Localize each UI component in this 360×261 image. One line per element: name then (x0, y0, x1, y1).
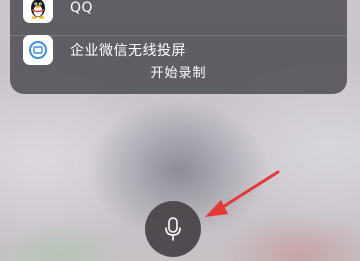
screen-record-panel: QQ 企业微信无线投屏 开始录制 (10, 0, 347, 94)
app-label-qq: QQ (70, 0, 94, 16)
app-option-qq[interactable]: QQ (10, 0, 347, 26)
start-recording-button[interactable]: 开始录制 (10, 62, 347, 81)
app-label-wecom-screencast: 企业微信无线投屏 (70, 43, 186, 59)
microphone-icon (165, 217, 181, 241)
wecom-screencast-icon (23, 35, 53, 65)
qq-penguin-icon (23, 0, 53, 23)
microphone-button[interactable] (145, 201, 201, 257)
